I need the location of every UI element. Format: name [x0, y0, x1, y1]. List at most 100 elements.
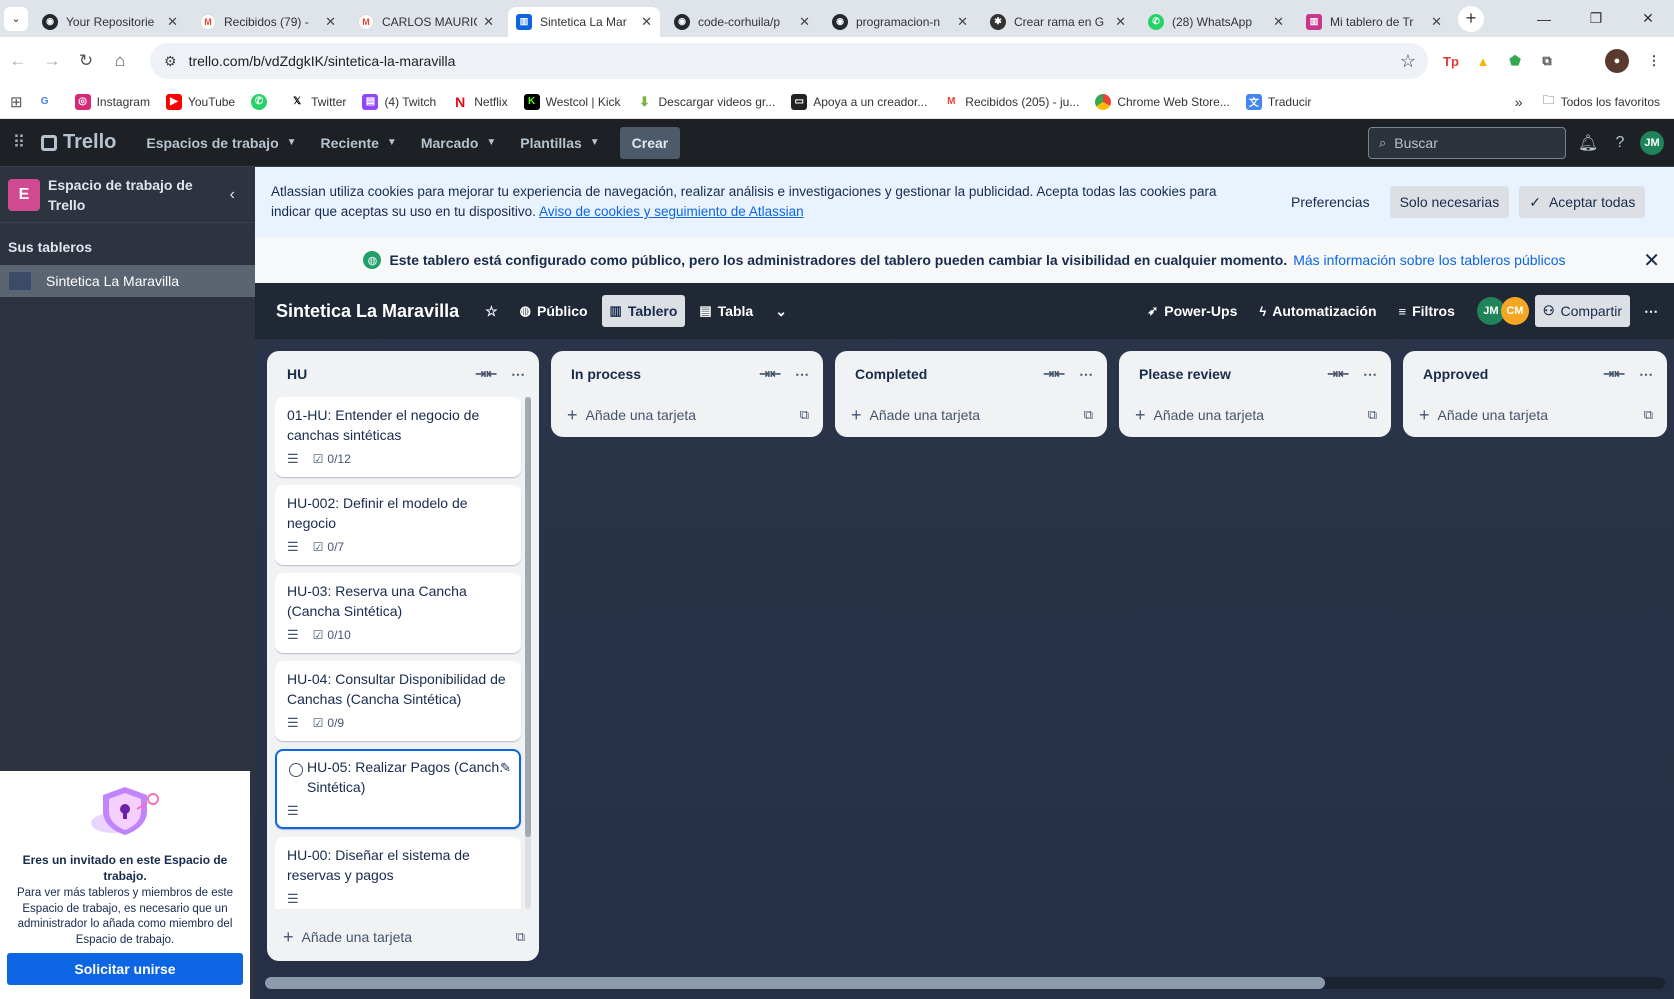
notice-learn-more-link[interactable]: Más información sobre los tableros públi… [1293, 252, 1565, 268]
complete-checkbox[interactable] [289, 763, 303, 777]
minimize-icon[interactable]: — [1518, 0, 1570, 37]
card-template-icon[interactable]: ⧉ [516, 929, 525, 945]
more-icon[interactable]: ⋯ [795, 366, 809, 383]
add-card-button[interactable]: + Añade una tarjeta ⧉ [843, 397, 1099, 433]
back-icon[interactable]: ← [2, 45, 34, 77]
collapse-list-icon[interactable]: ⇥⇤ [1043, 366, 1065, 382]
card[interactable]: 01-HU: Entender el negocio de canchas si… [275, 397, 521, 477]
cookie-notice-link[interactable]: Aviso de cookies y seguimiento de Atlass… [539, 204, 804, 219]
bookmark-creator[interactable]: ▭ Apoya a un creador... [791, 93, 927, 110]
visibility-button[interactable]: ◍ Público [512, 295, 596, 327]
home-icon[interactable]: ⌂ [104, 45, 136, 77]
browser-tab[interactable]: ✆ (28) WhatsApp ✕ [1140, 7, 1292, 37]
search-input[interactable]: ⌕ Buscar [1368, 127, 1566, 159]
list-header[interactable]: Please review ⇥⇤ ⋯ [1127, 351, 1383, 397]
bookmark-youtube[interactable]: ▶ YouTube [165, 93, 235, 110]
collapse-list-icon[interactable]: ⇥⇤ [475, 366, 497, 382]
forward-icon[interactable]: → [36, 45, 68, 77]
trello-logo[interactable]: Trello [41, 131, 116, 154]
cookie-necessary-button[interactable]: Solo necesarias [1389, 186, 1510, 218]
menu-workspaces[interactable]: Espacios de trabajo ▼ [134, 127, 308, 159]
more-icon[interactable]: ⋯ [1363, 366, 1377, 383]
bookmark-star-icon[interactable]: ☆ [1400, 51, 1416, 72]
more-views-button[interactable]: ⌄ [767, 295, 795, 327]
menu-recent[interactable]: Reciente ▼ [309, 127, 409, 159]
list-header[interactable]: In process ⇥⇤ ⋯ [559, 351, 815, 397]
extension-tp-icon[interactable]: Tp [1437, 47, 1465, 75]
url-field[interactable]: ⚙ trello.com/b/vdZdgkIK/sintetica-la-mar… [150, 43, 1428, 79]
close-icon[interactable]: ✕ [1431, 14, 1442, 30]
card[interactable]: HU-04: Consultar Disponibilidad de Canch… [275, 661, 521, 741]
close-icon[interactable]: ✕ [799, 14, 810, 30]
view-table-tab[interactable]: ▤ Tabla [691, 295, 761, 327]
bookmark-netflix[interactable]: N Netflix [452, 94, 507, 110]
more-bookmarks-icon[interactable]: » [1515, 94, 1523, 110]
filters-button[interactable]: ≡ Filtros [1391, 295, 1463, 327]
site-settings-icon[interactable]: ⚙ [164, 53, 177, 70]
request-join-button[interactable]: Solicitar unirse [7, 953, 243, 985]
collapse-list-icon[interactable]: ⇥⇤ [1603, 366, 1625, 382]
card[interactable]: HU-00: Diseñar el sistema de reservas y … [275, 837, 521, 909]
close-icon[interactable]: ✕ [1273, 14, 1284, 30]
close-icon[interactable]: ✕ [641, 14, 652, 30]
help-icon[interactable]: ? [1604, 127, 1636, 159]
list-header[interactable]: HU ⇥⇤ ⋯ [275, 351, 531, 397]
member-avatar[interactable]: CM [1500, 297, 1529, 325]
collapse-list-icon[interactable]: ⇥⇤ [1327, 366, 1349, 382]
browser-tab[interactable]: ▥ Mi tablero de Tr ✕ [1298, 7, 1450, 37]
all-bookmarks-link[interactable]: Todos los favoritos [1561, 95, 1660, 109]
card-template-icon[interactable]: ⧉ [800, 407, 809, 423]
bookmark-download[interactable]: ⬇ Descargar videos gr... [637, 94, 775, 110]
close-icon[interactable]: ✕ [325, 14, 336, 30]
card[interactable]: HU-002: Definir el modelo de negocio ☰ ☑ 0… [275, 485, 521, 565]
sidebar-board-item[interactable]: Sintetica La Maravilla [0, 265, 255, 297]
bookmark-instagram[interactable]: ◎ Instagram [74, 93, 150, 110]
browser-tab[interactable]: ◉ programacion-n ✕ [824, 7, 976, 37]
list-header[interactable]: Completed ⇥⇤ ⋯ [843, 351, 1099, 397]
browser-tab[interactable]: M Recibidos (79) - ✕ [192, 7, 344, 37]
browser-tab[interactable]: ◉ code-corhuila/p ✕ [666, 7, 818, 37]
bookmark-whatsapp[interactable]: ✆ [251, 93, 273, 110]
tab-search-button[interactable]: ⌄ [4, 6, 28, 31]
board-menu-button[interactable]: ⋯ [1636, 295, 1666, 327]
bookmark-twitter[interactable]: 𝕏 Twitter [289, 94, 346, 110]
more-icon[interactable]: ⋯ [1639, 366, 1653, 383]
browser-menu-icon[interactable]: ⋮ [1640, 47, 1668, 75]
card[interactable]: HU-03: Reserva una Cancha (Cancha Sintét… [275, 573, 521, 653]
close-window-icon[interactable]: ✕ [1622, 0, 1674, 37]
bookmark-translate[interactable]: 文 Traducir [1245, 93, 1311, 110]
new-tab-button[interactable]: + [1458, 5, 1484, 32]
bookmark-google[interactable]: G [37, 94, 59, 110]
user-avatar[interactable]: JM [1636, 127, 1668, 159]
notifications-icon[interactable]: 🔔︎ [1572, 127, 1604, 159]
card-template-icon[interactable]: ⧉ [1368, 407, 1377, 423]
add-card-button[interactable]: + Añade una tarjeta ⧉ [559, 397, 815, 433]
browser-tab-active[interactable]: ▥ Sintetica La Mar ✕ [508, 6, 660, 37]
collapse-sidebar-icon[interactable]: ‹ [230, 186, 235, 204]
add-card-button[interactable]: + Añade una tarjeta ⧉ [275, 917, 531, 957]
bookmark-chrome-store[interactable]: Chrome Web Store... [1095, 93, 1230, 110]
url-text[interactable]: trello.com/b/vdZdgkIK/sintetica-la-marav… [189, 53, 456, 69]
add-card-button[interactable]: + Añade una tarjeta ⧉ [1411, 397, 1659, 433]
menu-templates[interactable]: Plantillas ▼ [508, 127, 611, 159]
add-card-button[interactable]: + Añade una tarjeta ⧉ [1127, 397, 1383, 433]
card-template-icon[interactable]: ⧉ [1644, 407, 1653, 423]
extension-notes-icon[interactable]: ▲ [1469, 47, 1497, 75]
edit-icon[interactable]: ✎ [500, 758, 511, 778]
scrollbar-thumb[interactable] [265, 977, 1325, 989]
apps-grid-icon[interactable]: ⊞ [10, 93, 23, 111]
restore-icon[interactable]: ❐ [1570, 0, 1622, 37]
browser-tab[interactable]: ✱ Crear rama en G ✕ [982, 7, 1134, 37]
card-template-icon[interactable]: ⧉ [1084, 407, 1093, 423]
cookie-accept-button[interactable]: ✓ Aceptar todas [1519, 186, 1646, 218]
bookmark-kick[interactable]: K Westcol | Kick [523, 93, 621, 110]
cookie-preferences-button[interactable]: Preferencias [1281, 186, 1380, 218]
scrollbar-thumb[interactable] [525, 397, 531, 837]
more-icon[interactable]: ⋯ [1079, 366, 1093, 383]
bookmark-gmail[interactable]: M Recibidos (205) - ju... [943, 94, 1079, 110]
share-button[interactable]: ⚇ Compartir [1534, 295, 1630, 327]
create-button[interactable]: Crear [619, 126, 681, 159]
board-title[interactable]: Sintetica La Maravilla [276, 301, 459, 322]
powerups-button[interactable]: ➶ Power-Ups [1139, 295, 1245, 327]
close-icon[interactable]: ✕ [957, 14, 968, 30]
